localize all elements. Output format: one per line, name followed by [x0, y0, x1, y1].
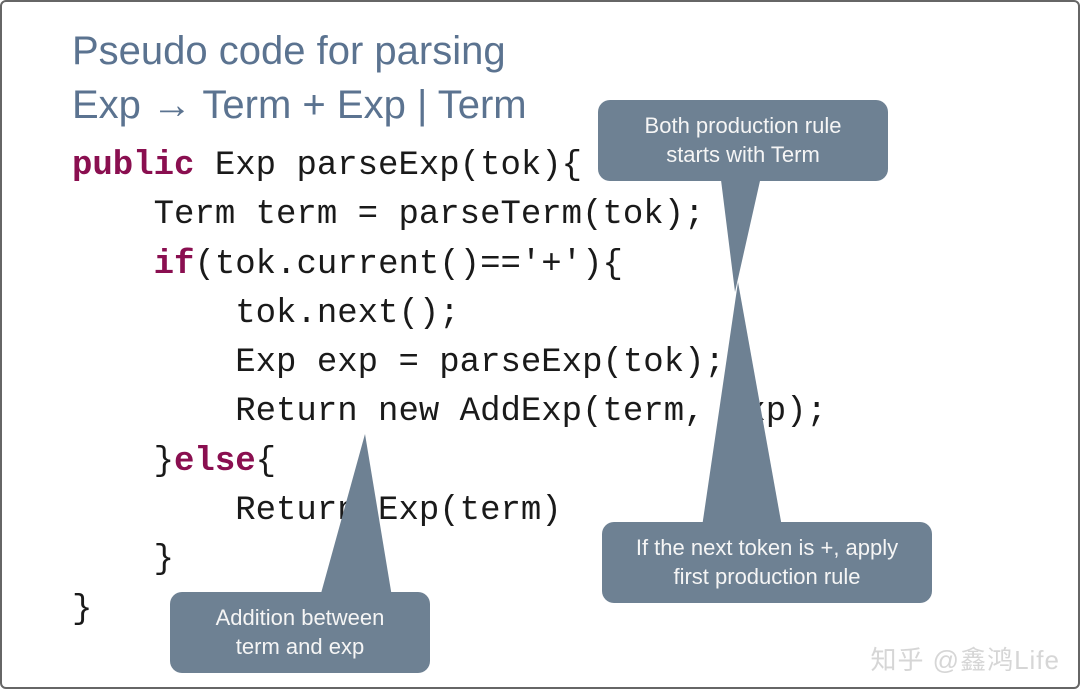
callout-production-starts: Both production rule starts with Term: [598, 100, 888, 181]
code-text: Exp exp = parseExp(tok);: [72, 344, 725, 382]
code-text: Return Exp(term): [72, 492, 562, 530]
code-text: {: [256, 443, 276, 481]
code-text: (tok.current()=='+'){: [194, 246, 622, 284]
code-text: Term term = parseTerm(tok);: [72, 196, 705, 234]
callout-addition: Addition between term and exp: [170, 592, 430, 673]
heading-line-2: Exp → Term + Exp | Term: [72, 78, 527, 132]
code-text: }: [72, 541, 174, 579]
keyword-else: else: [174, 443, 256, 481]
slide-heading: Pseudo code for parsing Exp → Term + Exp…: [72, 24, 527, 132]
heading-line-1: Pseudo code for parsing: [72, 24, 527, 78]
code-text: [72, 246, 154, 284]
watermark: 知乎 @鑫鸿Life: [870, 640, 1060, 677]
keyword-public: public: [72, 147, 194, 185]
code-text: Exp parseExp(tok){: [194, 147, 582, 185]
code-text: }: [72, 591, 92, 629]
keyword-if: if: [154, 246, 195, 284]
callout-next-token: If the next token is +, apply first prod…: [602, 522, 932, 603]
code-text: }: [72, 443, 174, 481]
code-text: Return new AddExp(term, exp);: [72, 393, 827, 431]
code-text: tok.next();: [72, 295, 460, 333]
